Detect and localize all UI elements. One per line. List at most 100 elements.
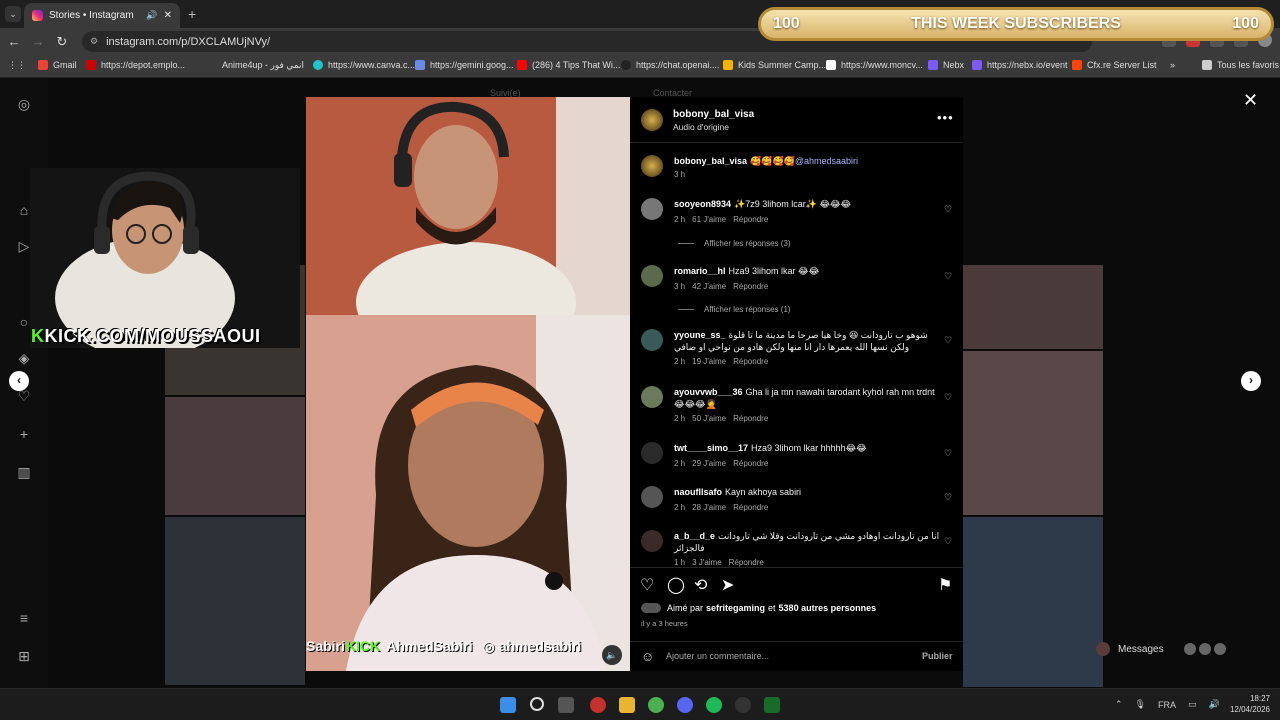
microphone-icon[interactable]: 🎙 [1135,699,1146,710]
site-info-icon[interactable]: ⚙ [90,36,98,47]
bookmarks-overflow-icon[interactable]: » [1170,60,1175,70]
like-comment-icon[interactable]: ♡ [944,536,952,547]
reply-button[interactable]: Répondre [733,459,768,468]
commenter-avatar[interactable] [641,265,663,287]
more-options-icon[interactable]: ••• [937,110,954,125]
apps-icon[interactable]: ⋮⋮ [8,60,26,71]
caption-author[interactable]: bobony_bal_visa [674,156,747,166]
browser-tab[interactable]: Stories • Instagram 🔊 ✕ [24,3,180,28]
back-icon[interactable]: ← [2,34,26,49]
bookmark-anime4up[interactable]: Anime4up - انمي فور [222,60,304,71]
comment-likes[interactable]: 50 J'aime [692,414,726,423]
menu-icon[interactable]: ≡ [16,610,32,626]
network-icon[interactable]: ▭ [1188,699,1197,710]
like-comment-icon[interactable]: ♡ [944,492,952,503]
commenter-avatar[interactable] [641,486,663,508]
spotify-icon[interactable] [706,697,722,713]
chevron-up-icon[interactable]: ⌃ [1115,699,1123,710]
next-post-icon[interactable]: › [1241,371,1261,391]
commenter-avatar[interactable] [641,198,663,220]
reply-button[interactable]: Répondre [733,215,768,224]
volume-icon[interactable]: 🔊 [1209,699,1220,710]
file-explorer-icon[interactable] [619,697,635,713]
new-tab-button[interactable]: + [188,6,196,22]
reply-button[interactable]: Répondre [733,282,768,291]
tab-audio-icon[interactable]: 🔊 [146,10,157,21]
share-icon[interactable]: ➤ [721,575,734,595]
language-indicator[interactable]: FRA [1158,700,1176,710]
comment-likes[interactable]: 61 J'aime [692,215,726,224]
reply-button[interactable]: Répondre [729,558,764,567]
explore-icon[interactable]: ◈ [16,350,32,366]
repost-icon[interactable]: ⟲ [694,575,707,595]
publish-button[interactable]: Publier [922,651,953,661]
clock[interactable]: 18:27 12/04/2026 [1230,693,1270,715]
windows-start-icon[interactable] [500,697,516,713]
comment-icon[interactable]: ◯ [667,575,685,595]
author-avatar[interactable] [641,155,663,177]
emoji-icon[interactable]: ☺ [641,649,654,664]
dashboard-icon[interactable]: ▥ [16,464,32,480]
reply-button[interactable]: Répondre [733,414,768,423]
reply-button[interactable]: Répondre [733,357,768,366]
comment-likes[interactable]: 28 J'aime [692,503,726,512]
discord-icon[interactable] [677,697,693,713]
comment-user[interactable]: yyoune_ss_ [674,330,726,340]
bookmark-gemini[interactable]: https://gemini.goog... [415,60,514,70]
bookmark-moncv[interactable]: https://www.moncv... [826,60,923,70]
likes-others[interactable]: 5380 autres personnes [779,603,877,613]
like-comment-icon[interactable]: ♡ [944,335,952,346]
comment-likes[interactable]: 29 J'aime [692,459,726,468]
show-replies-button[interactable]: Afficher les réponses (3) [678,239,791,248]
like-comment-icon[interactable]: ♡ [944,392,952,403]
previous-post-icon[interactable]: ‹ [9,371,29,391]
commenter-avatar[interactable] [641,386,663,408]
reel-video[interactable]: Sabiri KICK AhmedSabiri ◎ ahmedsabiri 🔈 [306,97,630,671]
bookmark-chatgpt[interactable]: https://chat.openai.... [621,60,720,70]
bookmark-youtube[interactable]: (286) 4 Tips That Wi... [517,60,620,70]
show-replies-button[interactable]: Afficher les réponses (1) [678,305,791,314]
like-comment-icon[interactable]: ♡ [944,204,952,215]
like-comment-icon[interactable]: ♡ [944,448,952,459]
comments-list[interactable]: bobony_bal_visa 🥰🥰🥰🥰@ahmedsaabiri 3 h soo… [630,143,963,567]
comment-likes[interactable]: 19 J'aime [692,357,726,366]
task-view-icon[interactable] [558,697,574,713]
bookmark-depot[interactable]: https://depot.emplo... [86,60,185,70]
likes-user[interactable]: sefritegaming [706,603,765,613]
commenter-avatar[interactable] [641,530,663,552]
create-icon[interactable]: + [16,426,32,442]
comment-user[interactable]: naoufllsafo [674,487,722,497]
commenter-avatar[interactable] [641,442,663,464]
author-avatar[interactable] [641,109,663,131]
comment-user[interactable]: ayouvvwb___36 [674,387,743,397]
app-icon[interactable] [590,697,606,713]
tab-search-button[interactable]: ⌄ [5,6,21,22]
reload-icon[interactable]: ↻ [50,34,74,50]
forward-icon[interactable]: → [26,34,50,49]
bookmark-gmail[interactable]: Gmail [38,60,77,70]
audio-label[interactable]: Audio d'origine [673,122,729,132]
like-icon[interactable]: ♡ [640,575,654,595]
search-icon[interactable] [530,697,544,711]
mute-toggle-icon[interactable]: 🔈 [602,645,622,665]
bookmark-nebx[interactable]: Nebx [928,60,964,70]
reply-button[interactable]: Répondre [733,503,768,512]
app-icon[interactable] [764,697,780,713]
instagram-logo-icon[interactable]: ◎ [16,96,32,112]
comment-user[interactable]: twt____simo__17 [674,443,748,453]
comment-likes[interactable]: 3 J'aime [692,558,722,567]
bookmark-kids-camp[interactable]: Kids Summer Camp... [723,60,826,70]
comment-user[interactable]: a_b__d_e [674,531,715,541]
commenter-avatar[interactable] [641,329,663,351]
comment-likes[interactable]: 42 J'aime [692,282,726,291]
post-author[interactable]: bobony_bal_visa [673,109,754,120]
save-icon[interactable]: ⚑ [938,575,952,595]
caption-mention[interactable]: @ahmedsaabiri [795,156,858,166]
bookmark-nebx-event[interactable]: https://nebx.io/event [972,60,1068,70]
app-icon[interactable] [735,697,751,713]
bookmark-cfx[interactable]: Cfx.re Server List [1072,60,1157,70]
tab-close-icon[interactable]: ✕ [164,10,172,21]
chrome-icon[interactable] [648,697,664,713]
comment-user[interactable]: romario__hl [674,266,726,276]
comment-user[interactable]: sooyeon8934 [674,199,731,209]
